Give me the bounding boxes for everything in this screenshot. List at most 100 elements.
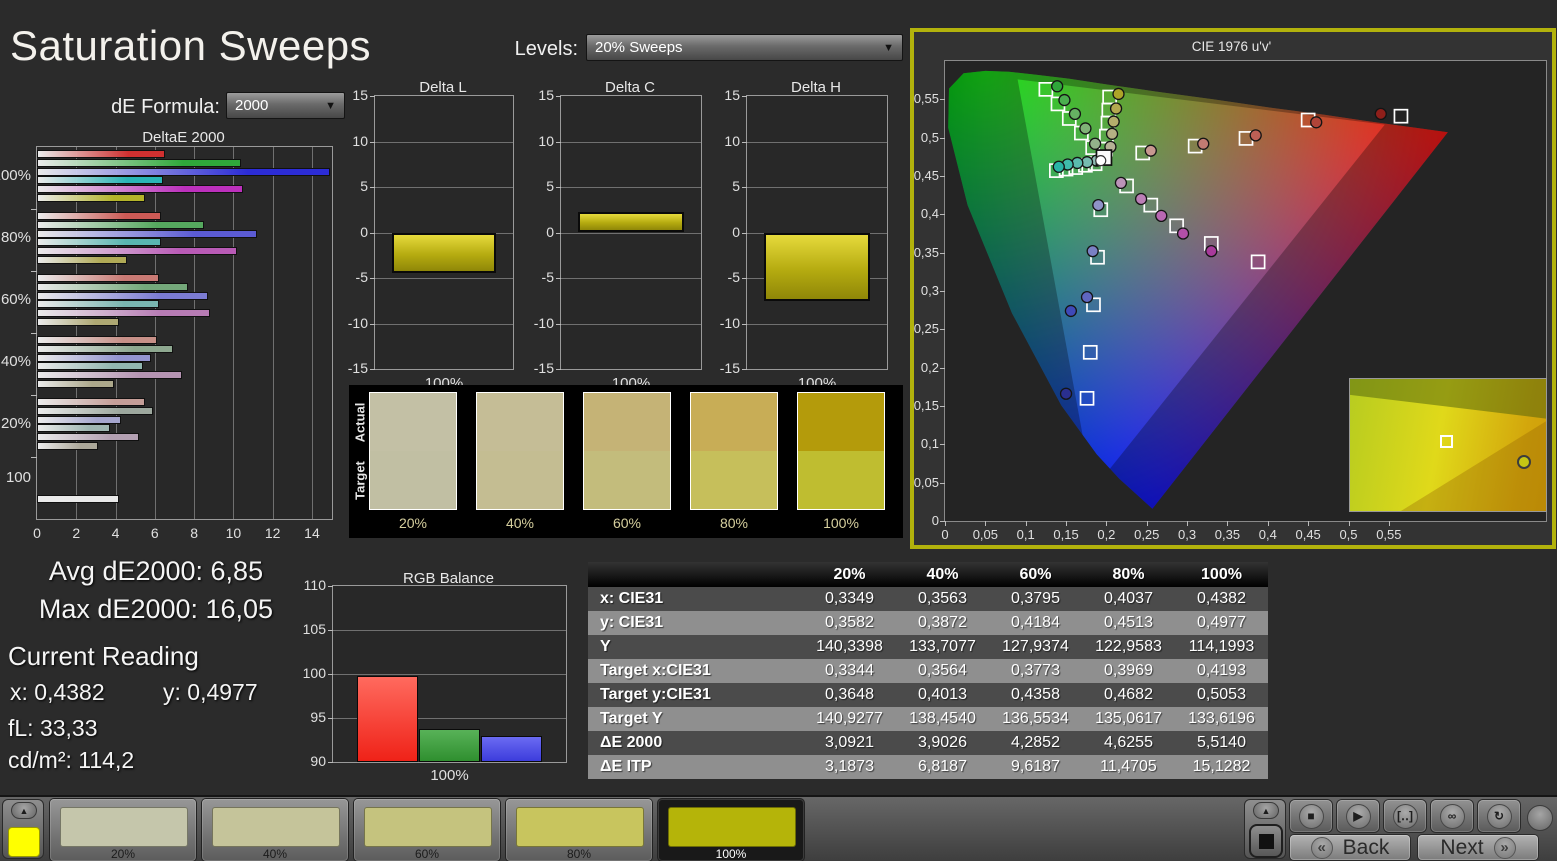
swatch-pair [690, 392, 778, 510]
chevron-down-icon: ▼ [883, 42, 894, 54]
table-row: y: CIE310,35820,38720,41840,45130,4977 [588, 611, 1268, 635]
patch-level-button-100%[interactable]: 100% [658, 799, 804, 861]
current-y: y: 0,4977 [163, 679, 258, 706]
gridline [747, 142, 887, 143]
bar [37, 416, 121, 424]
axis-tick [328, 674, 333, 675]
axis-tick [940, 214, 945, 215]
table-cell: 0,5053 [1175, 683, 1268, 707]
y-tick-label: 105 [291, 621, 326, 637]
levels-dropdown[interactable]: 20% Sweeps ▼ [586, 34, 903, 61]
axis-tick [940, 138, 945, 139]
swatch-label: 80% [690, 515, 778, 531]
axis-tick [328, 718, 333, 719]
de-formula-dropdown[interactable]: 2000 ▼ [226, 92, 345, 119]
current-color-chip [8, 827, 40, 857]
y-tick-label: 110 [291, 577, 326, 593]
bar [37, 371, 182, 379]
table-cell: 0,3564 [896, 659, 989, 683]
loop-icon: ↻ [1487, 804, 1512, 829]
current-fl: fL: 33,33 [8, 715, 98, 742]
calibration-app: Saturation Sweeps dE Formula: 2000 ▼ Lev… [0, 0, 1557, 861]
current-reading-title: Current Reading [8, 641, 199, 672]
axis-tick [370, 96, 375, 97]
y-tick-label: 5 [521, 178, 554, 194]
bar [37, 318, 119, 326]
swatch-label: 40% [476, 515, 564, 531]
row-label: Target Y [588, 707, 803, 731]
bar [764, 233, 870, 301]
patch-level-button-20%[interactable]: 20% [50, 799, 196, 861]
y-tick-label: 0,55 [901, 91, 939, 106]
back-button[interactable]: « Back [1290, 835, 1410, 860]
measured-point-blue [1093, 200, 1104, 211]
gridline [747, 187, 887, 188]
column-header: 20% [803, 562, 896, 587]
next-label: Next [1440, 836, 1483, 860]
gridline [155, 147, 156, 519]
axis-tick [742, 187, 747, 188]
bar [37, 442, 98, 450]
table-cell: 0,3344 [803, 659, 896, 683]
next-button[interactable]: Next » [1418, 835, 1538, 860]
y-tick-label: 10 [521, 133, 554, 149]
y-tick-label: 0,5 [901, 130, 939, 145]
measured-point-red [1250, 130, 1261, 141]
scroll-up-button[interactable]: ▲ [11, 802, 37, 819]
y-tick-label: 0,35 [901, 245, 939, 260]
y-tick-label: 0,4 [901, 206, 939, 221]
inset-target-marker [1440, 435, 1453, 448]
patch-level-button-60%[interactable]: 60% [354, 799, 500, 861]
axis-tick [1187, 521, 1188, 526]
bar [37, 380, 114, 388]
axis-tick [1389, 521, 1390, 526]
row-label: y: CIE31 [588, 611, 803, 635]
axis-tick [31, 333, 37, 334]
x-tick-label: 0,1 [1008, 527, 1044, 542]
bar [37, 407, 153, 415]
bar-red [357, 676, 418, 762]
scroll-up-button[interactable]: ▲ [1253, 802, 1279, 819]
next-arrow-icon: » [1494, 837, 1516, 859]
x-tick-label: 2 [64, 525, 88, 541]
y-tick-label: 15 [521, 87, 554, 103]
y-tick-label: 15 [707, 87, 740, 103]
bar [37, 354, 151, 362]
play-button[interactable]: ▶ [1337, 800, 1379, 832]
axis-tick [940, 253, 945, 254]
measure-series-icon: [‥] [1393, 804, 1418, 829]
avg-de2000: Avg dE2000: 6,85 [0, 556, 312, 587]
patch-level-button-40%[interactable]: 40% [202, 799, 348, 861]
continuous-button[interactable]: ∞ [1431, 800, 1473, 832]
patch-window-button[interactable] [1249, 824, 1283, 858]
record-button[interactable] [1527, 805, 1553, 831]
patch-level-button-80%[interactable]: 80% [506, 799, 652, 861]
axis-tick [31, 209, 37, 210]
y-tick-label: 0 [521, 224, 554, 240]
y-tick-label: -5 [707, 269, 740, 285]
play-icon: ▶ [1346, 804, 1371, 829]
y-tick-label: 10 [707, 133, 740, 149]
measured-point-blue [1061, 388, 1072, 399]
measured-point-red [1375, 108, 1386, 119]
y-tick-label: 5 [335, 178, 368, 194]
y-tick-label: -15 [707, 360, 740, 376]
measured-point-blue [1087, 246, 1098, 257]
bar [37, 194, 145, 202]
axis-tick [370, 187, 375, 188]
y-tick-label: 10 [335, 133, 368, 149]
measure-series-button[interactable]: [‥] [1384, 800, 1426, 832]
axis-tick [940, 444, 945, 445]
table-cell: 0,3795 [989, 587, 1082, 611]
bar [37, 362, 143, 370]
cie-zoom-inset [1349, 378, 1547, 512]
measured-point-yellow [1107, 128, 1118, 139]
group-label: 80% [0, 229, 31, 246]
stop-button[interactable]: ■ [1290, 800, 1332, 832]
de-formula-value: 2000 [235, 97, 268, 114]
swatch-pair [797, 392, 885, 510]
column-header: 80% [1082, 562, 1175, 587]
y-tick-label: 0,2 [901, 360, 939, 375]
loop-button[interactable]: ↻ [1478, 800, 1520, 832]
measured-point-yellow [1111, 103, 1122, 114]
